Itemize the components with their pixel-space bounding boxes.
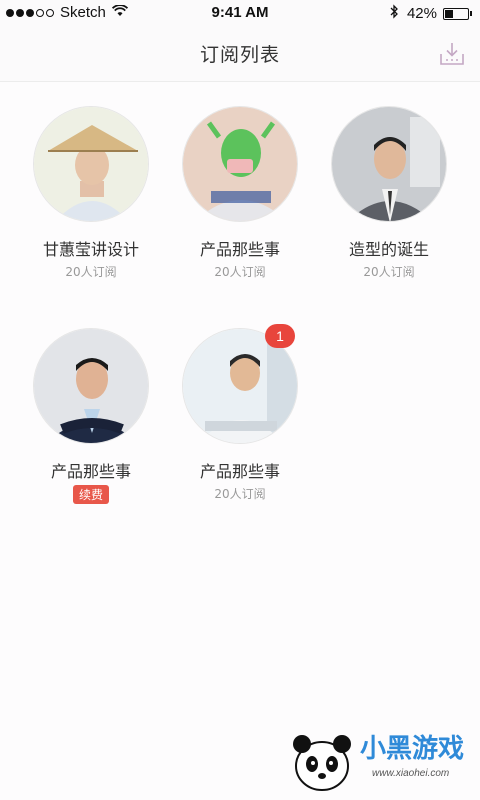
download-icon	[440, 43, 464, 65]
subscriber-count: 20人订阅	[214, 487, 266, 501]
subscription-item[interactable]: 造型的诞生 20人订阅	[314, 102, 464, 280]
status-bar: Sketch 9:41 AM 42%	[0, 0, 480, 26]
watermark-logo: 小黑游戏 www.xiaohei.com	[282, 724, 472, 794]
subscription-item[interactable]: 1 产品那些事 20人订阅	[165, 324, 315, 502]
subscriber-count: 20人订阅	[363, 265, 415, 279]
battery-percent: 42%	[406, 5, 437, 22]
nav-bar: 订阅列表	[0, 26, 480, 82]
page-title: 订阅列表	[199, 44, 280, 66]
subscription-title: 造型的诞生	[348, 240, 429, 259]
subscription-item[interactable]: 产品那些事 20人订阅	[165, 102, 315, 280]
avatar	[33, 106, 149, 222]
subscriber-count: 20人订阅	[214, 265, 266, 279]
battery-tip	[470, 11, 472, 16]
subscription-title: 产品那些事	[199, 462, 280, 481]
battery-level-fill	[445, 9, 454, 18]
subscription-item[interactable]: 甘蕙莹讲设计 20人订阅	[16, 102, 166, 280]
subscription-title: 产品那些事	[199, 240, 280, 259]
battery-icon	[443, 7, 469, 20]
subscription-title: 甘蕙莹讲设计	[42, 240, 139, 259]
status-right: 42%	[389, 4, 472, 23]
avatar	[33, 328, 149, 444]
subscriber-count: 20人订阅	[65, 265, 117, 279]
bluetooth-icon	[389, 4, 399, 23]
panda-icon	[293, 735, 351, 791]
avatar	[331, 106, 447, 222]
watermark-url: www.xiaohei.com	[372, 768, 450, 779]
unread-badge: 1	[265, 324, 295, 348]
renew-button[interactable]: 续费	[72, 485, 109, 504]
subscription-item[interactable]: 产品那些事 续费	[16, 324, 166, 504]
subscription-title: 产品那些事	[50, 462, 131, 481]
download-button[interactable]	[436, 38, 468, 70]
watermark-text: 小黑游戏	[360, 734, 465, 764]
avatar	[182, 106, 298, 222]
